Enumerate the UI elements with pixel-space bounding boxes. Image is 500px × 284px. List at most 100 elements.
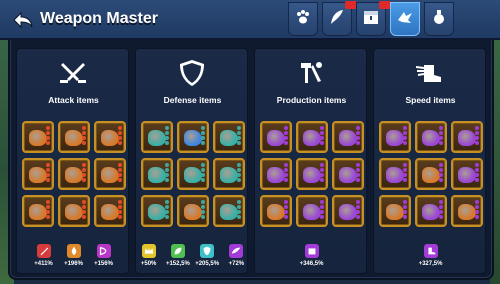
item-stars bbox=[283, 126, 288, 150]
bonus-value: +196% bbox=[64, 261, 83, 267]
item-slot[interactable] bbox=[21, 195, 54, 227]
item-slot[interactable] bbox=[21, 121, 54, 153]
item-slot[interactable] bbox=[414, 195, 447, 227]
item-slot[interactable] bbox=[450, 195, 483, 227]
item-slot[interactable] bbox=[378, 195, 411, 227]
item-columns: Attack items +411% +196% +156% Defense items… bbox=[16, 48, 486, 274]
dragon-icon bbox=[396, 8, 414, 31]
bonus-stat: +346,5% bbox=[299, 244, 325, 267]
shield-icon bbox=[176, 59, 208, 87]
item-slot[interactable] bbox=[295, 121, 328, 153]
item-stars bbox=[438, 200, 443, 224]
item-artifact-icon bbox=[385, 204, 404, 220]
column-speed: Speed items +327,5% bbox=[373, 48, 486, 274]
item-stars bbox=[81, 126, 86, 150]
item-artifact-icon bbox=[219, 167, 238, 183]
item-slot[interactable] bbox=[93, 158, 126, 190]
bonus-stat: +50% bbox=[136, 244, 161, 267]
item-slot[interactable] bbox=[93, 195, 126, 227]
item-slot[interactable] bbox=[259, 158, 292, 190]
item-slot[interactable] bbox=[93, 121, 126, 153]
tab-treasure-chest[interactable] bbox=[356, 1, 391, 36]
item-stars bbox=[236, 126, 241, 150]
item-artifact-icon bbox=[147, 167, 166, 183]
item-slot[interactable] bbox=[176, 195, 209, 227]
item-artifact-icon bbox=[183, 167, 202, 183]
bonus-value: +50% bbox=[140, 261, 157, 267]
item-stars bbox=[117, 126, 122, 150]
bonus-value: +205,5% bbox=[195, 261, 220, 267]
item-artifact-icon bbox=[28, 130, 47, 146]
item-slot[interactable] bbox=[378, 121, 411, 153]
item-artifact-icon bbox=[385, 167, 404, 183]
item-artifact-icon bbox=[302, 167, 321, 183]
item-artifact-icon bbox=[421, 130, 440, 146]
item-stars bbox=[200, 200, 205, 224]
item-stars bbox=[236, 163, 241, 187]
item-slot[interactable] bbox=[331, 158, 364, 190]
tab-feather[interactable] bbox=[322, 1, 357, 36]
item-stars bbox=[164, 200, 169, 224]
item-stars bbox=[164, 126, 169, 150]
item-slot[interactable] bbox=[331, 121, 364, 153]
item-artifact-icon bbox=[28, 167, 47, 183]
item-artifact-icon bbox=[302, 130, 321, 146]
item-stars bbox=[319, 163, 324, 187]
item-slot[interactable] bbox=[21, 158, 54, 190]
item-slot[interactable] bbox=[450, 121, 483, 153]
item-slot[interactable] bbox=[140, 121, 173, 153]
bonus-stat: +327,5% bbox=[418, 244, 444, 267]
tab-potion[interactable] bbox=[424, 2, 454, 36]
item-slot[interactable] bbox=[57, 121, 90, 153]
item-artifact-icon bbox=[100, 204, 119, 220]
item-stars bbox=[45, 200, 50, 224]
item-slot[interactable] bbox=[176, 158, 209, 190]
item-slot[interactable] bbox=[378, 158, 411, 190]
item-artifact-icon bbox=[457, 130, 476, 146]
item-slot[interactable] bbox=[140, 158, 173, 190]
category-tabs bbox=[288, 0, 454, 38]
bonus-stat: +156% bbox=[91, 244, 117, 267]
item-slot[interactable] bbox=[295, 195, 328, 227]
item-stars bbox=[402, 163, 407, 187]
item-slot[interactable] bbox=[259, 195, 292, 227]
item-slot[interactable] bbox=[212, 158, 245, 190]
bonus-value: +411% bbox=[34, 261, 53, 267]
item-slot[interactable] bbox=[57, 158, 90, 190]
item-slot[interactable] bbox=[331, 195, 364, 227]
item-artifact-icon bbox=[302, 204, 321, 220]
item-slot[interactable] bbox=[450, 158, 483, 190]
item-artifact-icon bbox=[338, 130, 357, 146]
item-slot[interactable] bbox=[57, 195, 90, 227]
bonus-stat: +411% bbox=[31, 244, 57, 267]
item-slot[interactable] bbox=[140, 195, 173, 227]
sword-icon bbox=[36, 244, 51, 258]
tab-dragon[interactable] bbox=[390, 2, 420, 36]
item-artifact-icon bbox=[64, 167, 83, 183]
item-artifact-icon bbox=[457, 167, 476, 183]
bonus-value: +346,5% bbox=[299, 261, 324, 267]
item-slot[interactable] bbox=[259, 121, 292, 153]
item-slot[interactable] bbox=[414, 158, 447, 190]
tab-paw[interactable] bbox=[288, 2, 318, 36]
item-stars bbox=[355, 163, 360, 187]
item-stars bbox=[438, 126, 443, 150]
bonus-stat: +196% bbox=[61, 244, 87, 267]
column-attack: Attack items +411% +196% +156% bbox=[16, 48, 129, 274]
item-artifact-icon bbox=[219, 204, 238, 220]
item-slot[interactable] bbox=[295, 158, 328, 190]
item-slot[interactable] bbox=[414, 121, 447, 153]
item-stars bbox=[200, 163, 205, 187]
item-artifact-icon bbox=[421, 167, 440, 183]
item-stars bbox=[402, 126, 407, 150]
item-artifact-icon bbox=[64, 130, 83, 146]
item-grid bbox=[378, 121, 483, 227]
box-icon bbox=[304, 244, 319, 258]
item-artifact-icon bbox=[338, 167, 357, 183]
item-artifact-icon bbox=[338, 204, 357, 220]
item-slot[interactable] bbox=[212, 195, 245, 227]
item-slot[interactable] bbox=[212, 121, 245, 153]
back-arrow-icon[interactable] bbox=[12, 11, 34, 29]
item-slot[interactable] bbox=[176, 121, 209, 153]
item-artifact-icon bbox=[266, 130, 285, 146]
